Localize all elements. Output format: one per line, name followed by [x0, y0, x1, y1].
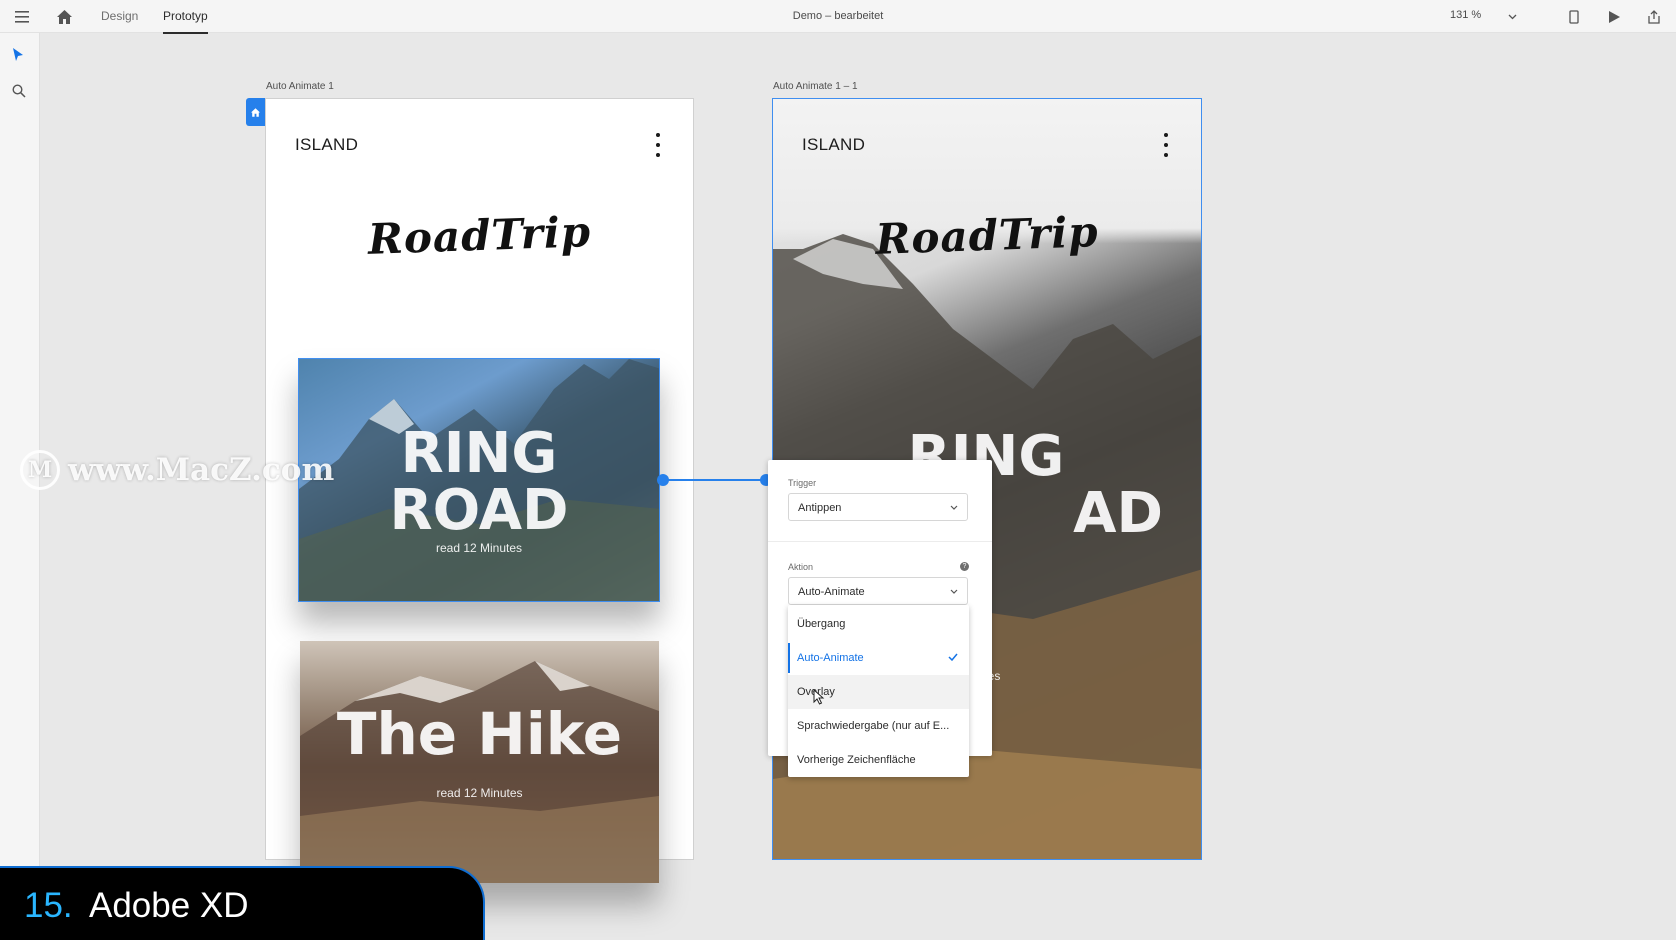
help-icon[interactable]: ?: [960, 562, 969, 571]
roadtrip-logo: RoadTrip: [367, 207, 592, 264]
artboard-label[interactable]: Auto Animate 1: [266, 81, 334, 92]
zoom-dropdown-chevron-icon[interactable]: [1502, 0, 1522, 33]
trigger-value: Antippen: [798, 502, 842, 514]
menu-item-auto-animate[interactable]: Auto-Animate: [788, 641, 969, 675]
share-icon[interactable]: [1644, 0, 1664, 33]
tab-design[interactable]: Design: [101, 9, 138, 23]
artboard-label[interactable]: Auto Animate 1 – 1: [773, 81, 858, 92]
watermark-text: www.MacZ.com: [68, 452, 335, 488]
tab-prototyp[interactable]: Prototyp: [163, 9, 208, 34]
video-caption-banner: 15. Adobe XD: [0, 866, 485, 940]
action-dropdown-menu: Übergang Auto-Animate Overlay Sprachwied…: [788, 605, 969, 777]
top-toolbar: Design Prototyp Demo – bearbeitet 131 %: [0, 0, 1676, 34]
the-hike-card[interactable]: The Hike read 12 Minutes: [300, 641, 659, 883]
device-preview-icon[interactable]: [1564, 0, 1584, 33]
action-label: Aktion: [788, 562, 814, 572]
home-icon[interactable]: [52, 0, 76, 33]
artboard-title: ISLAND: [295, 135, 359, 154]
mouse-cursor-icon: [813, 689, 825, 705]
zoom-level[interactable]: 131 %: [1450, 9, 1481, 21]
trigger-label: Trigger: [788, 478, 817, 488]
home-artboard-marker[interactable]: [246, 98, 265, 126]
divider: [768, 541, 992, 542]
card-heading-line1: RING: [400, 421, 558, 486]
chevron-down-icon: [950, 589, 958, 594]
more-options-icon[interactable]: [653, 133, 663, 157]
home-icon: [251, 107, 260, 117]
card-heading: The Hike: [336, 700, 623, 768]
card-heading-line2: ROAD: [389, 478, 569, 543]
document-title: Demo – bearbeitet: [792, 10, 884, 22]
card-read-time: read 12 Minutes: [436, 786, 523, 800]
more-options-icon[interactable]: [1161, 133, 1171, 157]
checkmark-icon: [948, 653, 958, 661]
chevron-down-icon: [950, 505, 958, 510]
watermark: M www.MacZ.com: [20, 450, 334, 490]
menu-item-uebergang[interactable]: Übergang: [788, 607, 969, 641]
hamburger-menu-icon[interactable]: [10, 0, 34, 33]
play-preview-icon[interactable]: [1604, 0, 1624, 33]
artboard-title: ISLAND: [802, 135, 866, 154]
ring-road-card[interactable]: RING ROAD read 12 Minutes: [298, 358, 660, 602]
zoom-tool-search-icon[interactable]: [12, 84, 26, 103]
menu-item-sprachwiedergabe[interactable]: Sprachwiedergabe (nur auf E...: [788, 709, 969, 743]
trigger-select[interactable]: Antippen: [788, 493, 968, 521]
action-select[interactable]: Auto-Animate: [788, 577, 968, 605]
card-read-time: read 12 Minutes: [435, 541, 523, 555]
action-value: Auto-Animate: [798, 586, 865, 598]
menu-item-overlay[interactable]: Overlay: [788, 675, 969, 709]
menu-item-label: Auto-Animate: [797, 652, 864, 664]
interaction-wire[interactable]: [664, 479, 766, 481]
banner-number: 15.: [24, 886, 73, 925]
menu-item-vorherige-zeichenflaeche[interactable]: Vorherige Zeichenfläche: [788, 743, 969, 777]
watermark-logo-icon: M: [20, 450, 60, 490]
banner-title: Adobe XD: [89, 886, 249, 925]
select-tool-icon[interactable]: [12, 48, 24, 67]
wire-start-handle[interactable]: [657, 474, 669, 486]
